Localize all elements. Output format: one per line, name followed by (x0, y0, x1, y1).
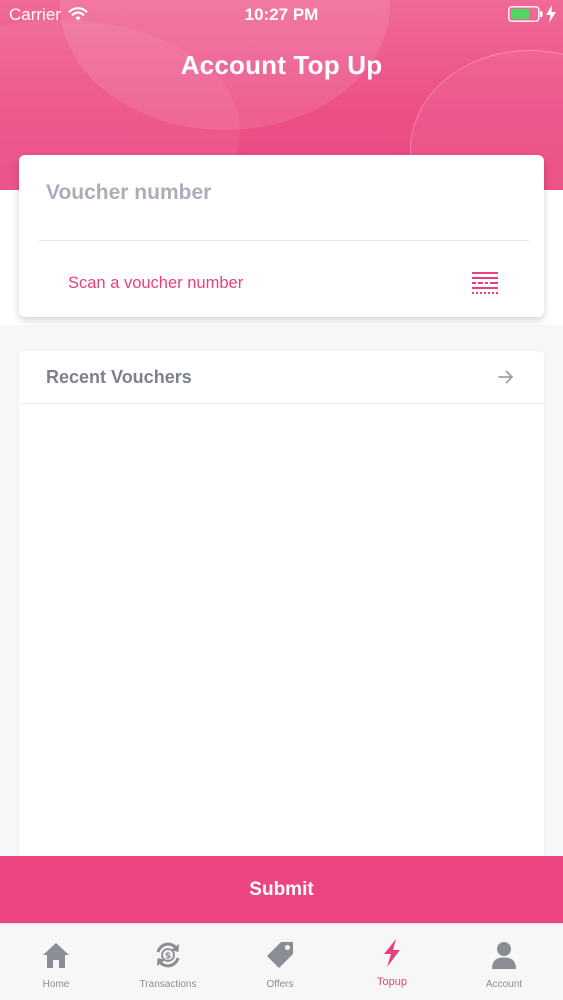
tab-label: Topup (377, 976, 407, 988)
battery-icon (508, 6, 543, 22)
voucher-card: Scan a voucher number (19, 155, 544, 317)
bolt-icon (384, 939, 400, 967)
tab-transactions[interactable]: $ Transactions (112, 924, 224, 1000)
tab-label: Offers (266, 979, 294, 990)
divider (39, 240, 529, 241)
arrow-right-icon[interactable] (497, 368, 515, 386)
tab-account[interactable]: Account (448, 924, 560, 1000)
home-icon (43, 943, 69, 968)
transactions-icon: $ (156, 942, 180, 968)
status-bar: Carrier 10:27 PM (0, 0, 563, 30)
svg-text:$: $ (165, 952, 171, 962)
tab-topup[interactable]: Topup (336, 924, 448, 1000)
scan-voucher-link[interactable]: Scan a voucher number (68, 274, 243, 293)
recent-vouchers-card: Recent Vouchers (19, 351, 544, 871)
divider (19, 403, 544, 404)
voucher-number-input[interactable] (46, 179, 516, 207)
recent-vouchers-title: Recent Vouchers (46, 367, 192, 387)
submit-button[interactable]: Submit (0, 856, 563, 923)
tab-home[interactable]: Home (0, 924, 112, 1000)
barcode-scan-icon[interactable] (472, 272, 498, 294)
charging-icon (546, 5, 556, 23)
tab-bar: Home $ Transactions Offers Topup Account (0, 923, 563, 1000)
status-time: 10:27 PM (244, 5, 319, 24)
user-icon (492, 942, 516, 969)
page-title: Account Top Up (180, 50, 383, 80)
tab-offers[interactable]: Offers (224, 924, 336, 1000)
tag-icon (267, 942, 293, 968)
tab-label: Transactions (139, 979, 197, 990)
tab-label: Home (42, 979, 70, 990)
tab-label: Account (485, 979, 523, 990)
